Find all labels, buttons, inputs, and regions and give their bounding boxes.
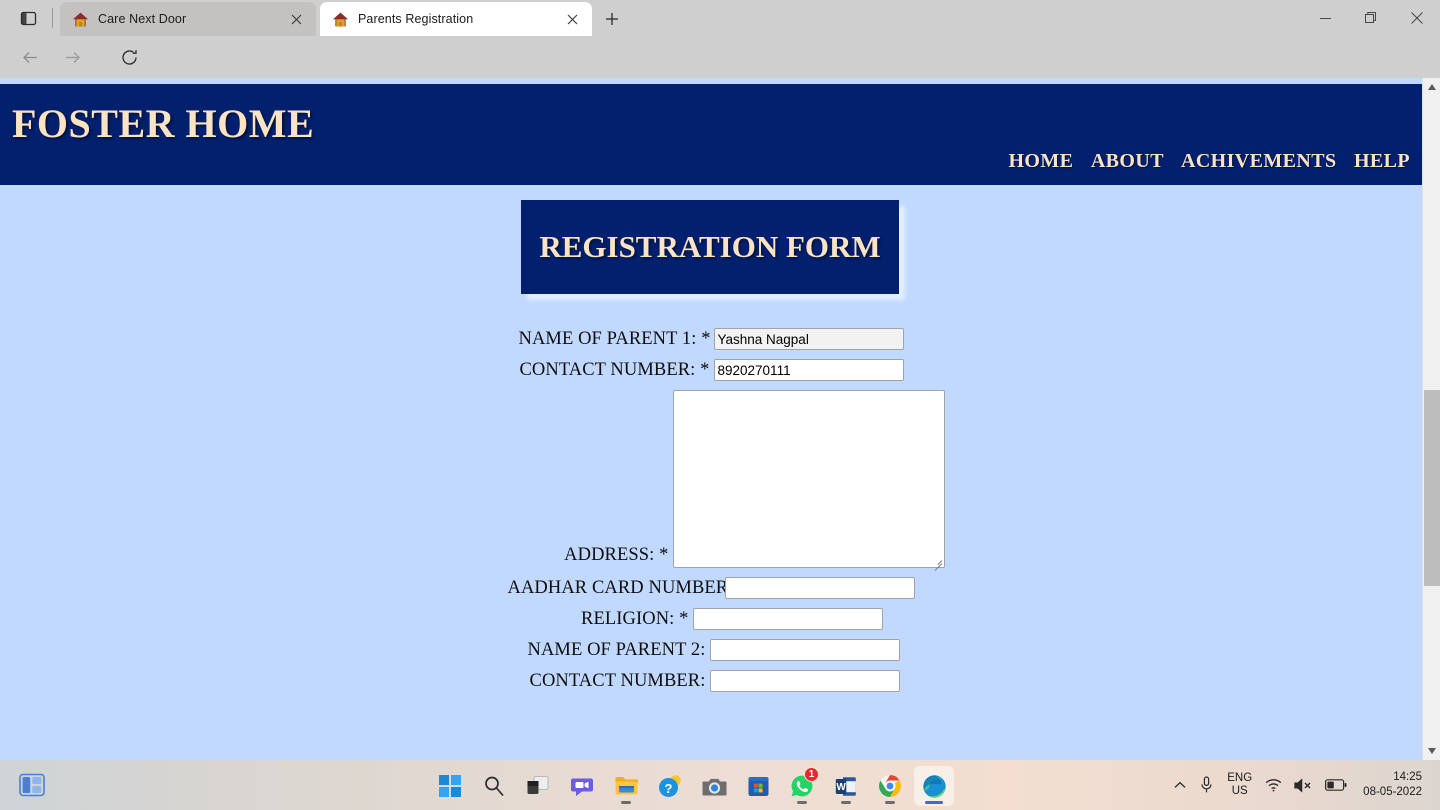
running-indicator xyxy=(841,801,851,804)
system-tray: ENG US 14:25 08-05-2022 xyxy=(1167,760,1430,810)
browser-window: Care Next Door Parents Registration FOST… xyxy=(0,0,1440,760)
input-address[interactable] xyxy=(672,390,945,568)
form-row-name-of-parent-1: NAME OF PARENT 1: * xyxy=(0,328,1422,350)
microphone-icon[interactable] xyxy=(1193,760,1220,810)
svg-text:?: ? xyxy=(665,781,673,796)
file-explorer-button[interactable] xyxy=(606,766,646,806)
page-title: FOSTER HOME xyxy=(12,101,315,146)
back-arrow-icon[interactable] xyxy=(14,41,46,73)
volume-muted-icon[interactable] xyxy=(1288,760,1319,810)
scroll-up-arrow-icon[interactable] xyxy=(1423,78,1440,96)
chat-button[interactable] xyxy=(562,766,602,806)
form-row-name-of-parent-2: NAME OF PARENT 2: xyxy=(0,639,1422,661)
start-button[interactable] xyxy=(430,766,470,806)
notification-badge: 1 xyxy=(804,767,819,782)
chrome-button[interactable] xyxy=(870,766,910,806)
house-icon xyxy=(72,11,89,28)
input-name-of-parent-1[interactable] xyxy=(713,328,904,350)
close-icon[interactable] xyxy=(284,7,308,31)
site-navigation: HOME ABOUT ACHIVEMENTS HELP xyxy=(996,150,1410,173)
nav-link-home[interactable]: HOME xyxy=(1008,150,1073,172)
search-button[interactable] xyxy=(474,766,514,806)
minimize-icon[interactable] xyxy=(1302,0,1348,36)
house-icon xyxy=(332,11,349,28)
battery-icon[interactable] xyxy=(1319,760,1353,810)
language-primary: ENG xyxy=(1227,771,1253,784)
input-aadhar-card-number[interactable] xyxy=(724,577,915,599)
scroll-down-arrow-icon[interactable] xyxy=(1423,742,1440,760)
nav-link-achivements[interactable]: ACHIVEMENTS xyxy=(1181,150,1337,172)
tab-label: Parents Registration xyxy=(358,12,474,26)
language-secondary: US xyxy=(1231,785,1248,797)
page-viewport: Must be without criminal conviction or i… xyxy=(0,78,1440,760)
windows-taskbar: ? 1 W ENG US 14:25 08-05-2022 xyxy=(0,760,1440,810)
clock[interactable]: 14:25 08-05-2022 xyxy=(1353,770,1430,800)
tab-label: Care Next Door xyxy=(98,12,187,26)
label-name-of-parent-1: NAME OF PARENT 1: * xyxy=(518,328,711,349)
tab-strip: Care Next Door Parents Registration xyxy=(0,0,1440,36)
browser-toolbar: https://sukanyachopra.github.io/Care-Nex… xyxy=(0,36,1440,108)
refresh-icon[interactable] xyxy=(113,41,145,73)
close-icon[interactable] xyxy=(1394,0,1440,36)
tab-actions-icon[interactable] xyxy=(16,6,40,30)
input-contact-number-2[interactable] xyxy=(709,670,900,692)
clock-date: 08-05-2022 xyxy=(1363,786,1422,798)
running-indicator xyxy=(925,801,943,804)
label-address: ADDRESS: * xyxy=(564,545,669,565)
browser-tab-care-next-door[interactable]: Care Next Door xyxy=(60,2,316,36)
label-religion: RELIGION: * xyxy=(581,608,689,629)
taskbar-apps: ? 1 W xyxy=(430,766,954,806)
form-row-contact-number-2: CONTACT NUMBER: xyxy=(0,670,1422,692)
input-contact-number-1[interactable] xyxy=(713,359,904,381)
new-tab-button[interactable] xyxy=(598,6,626,32)
get-help-button[interactable]: ? xyxy=(650,766,690,806)
bullet-text: Must be without criminal conviction or i… xyxy=(46,78,359,81)
language-indicator[interactable]: ENG US xyxy=(1220,760,1259,810)
form-row-religion: RELIGION: * xyxy=(0,608,1422,630)
svg-text:W: W xyxy=(836,782,846,793)
nav-link-about[interactable]: ABOUT xyxy=(1091,150,1164,172)
restore-icon[interactable] xyxy=(1348,0,1394,36)
forward-arrow-icon[interactable] xyxy=(56,41,88,73)
widgets-icon[interactable] xyxy=(14,768,50,802)
wifi-icon[interactable] xyxy=(1259,760,1288,810)
page-scrollbar[interactable] xyxy=(1422,78,1440,760)
edge-button[interactable] xyxy=(914,766,954,806)
word-button[interactable]: W xyxy=(826,766,866,806)
label-aadhar-card-number: AADHAR CARD NUMBER: * xyxy=(507,577,748,598)
tab-divider xyxy=(52,8,53,28)
running-indicator xyxy=(885,801,895,804)
registration-form: NAME OF PARENT 1: * CONTACT NUMBER: * AD… xyxy=(0,328,1422,701)
task-view-button[interactable] xyxy=(518,766,558,806)
site-header: FOSTER HOME HOME ABOUT ACHIVEMENTS HELP xyxy=(0,84,1422,185)
nav-link-help[interactable]: HELP xyxy=(1354,150,1410,172)
running-indicator xyxy=(797,801,807,804)
microsoft-store-button[interactable] xyxy=(738,766,778,806)
close-icon[interactable] xyxy=(560,7,584,31)
input-name-of-parent-2[interactable] xyxy=(709,639,900,661)
browser-tab-parents-registration[interactable]: Parents Registration xyxy=(320,2,592,36)
window-controls xyxy=(1302,0,1440,36)
input-religion[interactable] xyxy=(692,608,883,630)
label-contact-number-2: CONTACT NUMBER: xyxy=(529,670,706,691)
form-row-aadhar-card-number: AADHAR CARD NUMBER: * xyxy=(0,577,1422,599)
label-contact-number-1: CONTACT NUMBER: * xyxy=(519,359,710,380)
running-indicator xyxy=(621,801,631,804)
form-row-address: ADDRESS: * xyxy=(0,390,1422,571)
clock-time: 14:25 xyxy=(1393,771,1422,784)
registration-form-title: REGISTRATION FORM xyxy=(521,200,899,294)
label-name-of-parent-2: NAME OF PARENT 2: xyxy=(527,639,706,660)
whatsapp-button[interactable]: 1 xyxy=(782,766,822,806)
form-row-contact-number-1: CONTACT NUMBER: * xyxy=(0,359,1422,381)
scrollbar-thumb[interactable] xyxy=(1424,390,1440,586)
camera-button[interactable] xyxy=(694,766,734,806)
chevron-up-icon[interactable] xyxy=(1167,760,1193,810)
address-textarea-wrap xyxy=(672,390,945,571)
